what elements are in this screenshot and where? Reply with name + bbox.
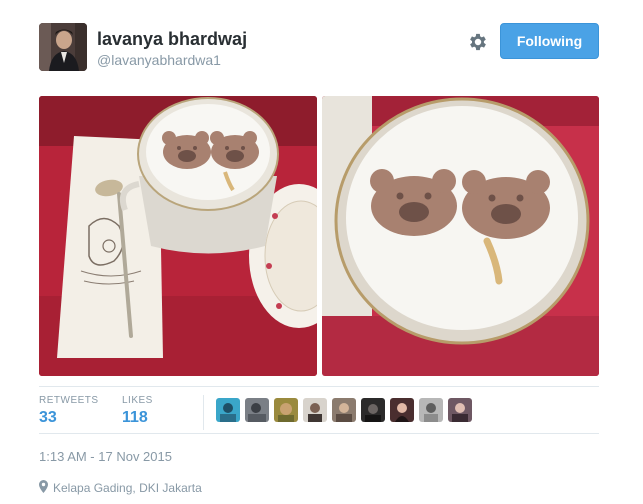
likes-label: LIKES [122, 395, 153, 406]
liker-avatar[interactable] [216, 398, 240, 422]
liker-avatar[interactable] [274, 398, 298, 422]
liker-avatar[interactable] [303, 398, 327, 422]
liker-avatar[interactable] [419, 398, 443, 422]
profile-avatar[interactable] [39, 23, 87, 71]
liker-avatar[interactable] [332, 398, 356, 422]
profile-photo [39, 23, 87, 71]
liker-avatar[interactable] [361, 398, 385, 422]
liker-avatar[interactable] [448, 398, 472, 422]
display-name[interactable]: lavanya bhardwaj [97, 29, 247, 50]
following-button[interactable]: Following [500, 23, 599, 59]
retweets-count[interactable]: 33 [39, 409, 57, 427]
gear-icon[interactable] [467, 31, 489, 53]
map-pin-icon [39, 480, 48, 496]
tweet-photo-1[interactable] [39, 96, 317, 376]
likes-count[interactable]: 118 [122, 409, 148, 427]
stats-separator [203, 395, 204, 430]
divider-bottom [39, 433, 599, 434]
location-label: Kelapa Gading, DKI Jakarta [53, 481, 202, 495]
liker-avatar[interactable] [390, 398, 414, 422]
liker-avatar[interactable] [245, 398, 269, 422]
user-handle[interactable]: @lavanyabhardwa1 [97, 52, 221, 68]
divider-top [39, 386, 599, 387]
tweet-timestamp[interactable]: 1:13 AM - 17 Nov 2015 [39, 449, 172, 464]
latte-photo-right [322, 96, 599, 376]
latte-photo-left [39, 96, 317, 376]
retweets-label: RETWEETS [39, 395, 99, 406]
tweet-location[interactable]: Kelapa Gading, DKI Jakarta [39, 480, 202, 496]
tweet-photo-2[interactable] [322, 96, 599, 376]
